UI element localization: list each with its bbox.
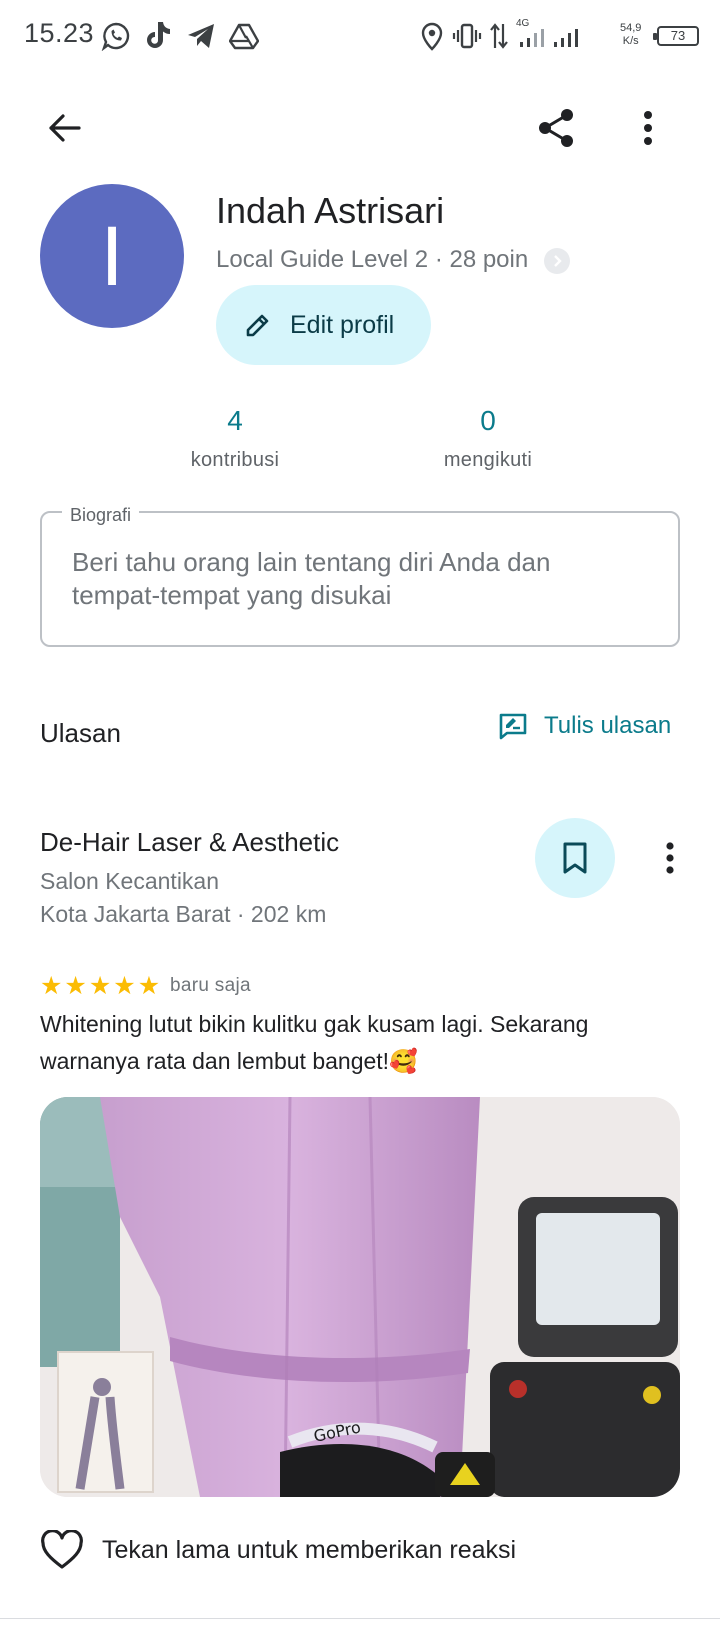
back-button[interactable] [36, 100, 92, 156]
review-place-category: Salon Kecantikan [40, 868, 220, 894]
whatsapp-icon [101, 22, 130, 51]
heart-icon [41, 1530, 83, 1569]
write-review-button[interactable]: Tulis ulasan [498, 712, 671, 740]
battery-indicator: 73 [653, 26, 699, 46]
stat-following-value: 0 [480, 405, 496, 436]
share-button[interactable] [528, 100, 584, 156]
stat-contributions-value: 4 [227, 405, 243, 436]
review-place-location: Kota Jakarta Barat · 202 km [40, 901, 327, 927]
net-speed-value: 54,9 [620, 22, 642, 34]
reaction-label: Tekan lama untuk memberikan reaksi [102, 1535, 517, 1564]
star-rating: ★ ★ ★ ★ ★ [40, 972, 160, 1000]
signal-icon-secondary [554, 29, 578, 47]
arrow-back-icon [49, 114, 81, 142]
local-guide-chevron[interactable] [544, 248, 570, 274]
rate-review-icon [499, 713, 527, 740]
pencil-icon [246, 314, 269, 337]
local-guide-info[interactable]: Local Guide Level 2 · 28 poin [216, 246, 528, 274]
drive-icon [229, 23, 259, 50]
net-speed: 54,9 K/s [620, 22, 641, 48]
more-vert-icon [644, 111, 652, 145]
tiktok-icon [147, 22, 170, 48]
bookmark-icon [563, 842, 587, 874]
review-text: Whitening lutut bikin kulitku gak kusam … [40, 1011, 589, 1074]
review-time: baru saja [170, 975, 251, 996]
stat-contributions[interactable]: 4 kontribusi [135, 405, 335, 472]
star-icon: ★ [64, 972, 87, 1000]
star-icon: ★ [113, 972, 136, 1000]
reviews-section-title: Ulasan [40, 718, 121, 748]
star-icon: ★ [40, 972, 63, 1000]
divider [0, 1618, 720, 1619]
star-icon: ★ [88, 972, 112, 1000]
star-icon: ★ [137, 972, 161, 1000]
stat-contributions-label: kontribusi [190, 449, 280, 471]
bio-label: Biografi [62, 505, 140, 526]
edit-profile-label: Edit profil [290, 310, 395, 339]
review-photo-illustration: GoPro [40, 1097, 680, 1497]
stat-following[interactable]: 0 mengikuti [388, 405, 588, 472]
vibrate-icon [452, 23, 482, 49]
signal-icon [520, 29, 544, 47]
location-icon [421, 22, 443, 51]
data-transfer-icon [490, 23, 508, 49]
status-time: 15.23 [24, 18, 95, 48]
edit-profile-button[interactable]: Edit profil [216, 285, 431, 365]
review-more-button[interactable] [650, 830, 690, 886]
avatar[interactable]: I [40, 184, 184, 328]
more-options-button[interactable] [624, 100, 672, 156]
telegram-icon [188, 24, 214, 48]
share-icon [539, 109, 573, 147]
status-bar: 15.23 4G 54,9 K/s 73 [0, 0, 720, 74]
reaction-row[interactable]: Tekan lama untuk memberikan reaksi [40, 1530, 516, 1570]
save-place-button[interactable] [535, 818, 615, 898]
write-review-label: Tulis ulasan [544, 712, 672, 739]
chevron-right-icon [554, 255, 562, 267]
profile-name: Indah Astrisari [216, 190, 445, 231]
review-place-name[interactable]: De-Hair Laser & Aesthetic [40, 827, 339, 858]
more-vert-icon [666, 842, 674, 874]
stat-following-label: mengikuti [443, 449, 533, 471]
net-speed-unit: K/s [622, 35, 639, 47]
bio-placeholder: Beri tahu orang lain tentang diri Anda d… [72, 547, 551, 610]
review-photo[interactable]: GoPro [40, 1097, 680, 1497]
